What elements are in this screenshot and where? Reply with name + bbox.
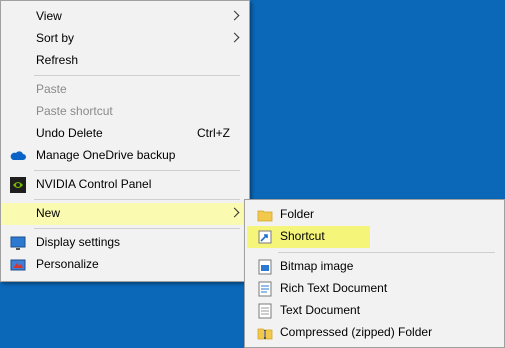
menu-item-paste: Paste xyxy=(2,79,248,101)
bitmap-image-icon xyxy=(257,259,273,275)
submenu-item-folder[interactable]: Folder xyxy=(246,204,503,226)
submenu-arrow-icon xyxy=(229,207,240,218)
menu-item-label: Text Document xyxy=(280,303,361,317)
menu-item-label: Manage OneDrive backup xyxy=(36,148,176,162)
menu-item-label: View xyxy=(36,9,62,23)
menu-separator xyxy=(34,199,240,200)
menu-item-view[interactable]: View xyxy=(2,6,248,28)
keyboard-shortcut: Ctrl+Z xyxy=(197,126,230,140)
menu-item-label: Paste xyxy=(36,82,67,96)
display-settings-icon xyxy=(10,235,26,251)
menu-separator xyxy=(34,170,240,171)
submenu-item-text-document[interactable]: Text Document xyxy=(246,300,503,322)
submenu-arrow-icon xyxy=(229,10,240,21)
desktop-context-menu: View Sort by Refresh Paste Paste shortcu… xyxy=(0,0,250,282)
menu-item-label: Refresh xyxy=(36,53,79,67)
rich-text-document-icon xyxy=(257,281,273,297)
text-document-icon xyxy=(257,303,273,319)
menu-item-label: Paste shortcut xyxy=(36,104,113,118)
menu-item-label: Personalize xyxy=(36,257,99,271)
menu-separator xyxy=(34,228,240,229)
shortcut-icon xyxy=(257,229,273,245)
menu-item-label: Compressed (zipped) Folder xyxy=(280,325,433,339)
menu-item-label: Bitmap image xyxy=(280,259,354,273)
menu-item-manage-onedrive-backup[interactable]: Manage OneDrive backup xyxy=(2,145,248,167)
submenu-item-bitmap-image[interactable]: Bitmap image xyxy=(246,256,503,278)
menu-item-label: Rich Text Document xyxy=(280,281,388,295)
menu-separator xyxy=(278,252,495,253)
menu-item-nvidia-control-panel[interactable]: NVIDIA Control Panel xyxy=(2,174,248,196)
menu-item-refresh[interactable]: Refresh xyxy=(2,50,248,72)
menu-item-sort-by[interactable]: Sort by xyxy=(2,28,248,50)
folder-icon xyxy=(257,207,273,223)
submenu-item-rich-text-document[interactable]: Rich Text Document xyxy=(246,278,503,300)
submenu-item-shortcut[interactable]: Shortcut xyxy=(247,226,370,248)
menu-item-label: Sort by xyxy=(36,31,75,45)
menu-item-label: Undo Delete xyxy=(36,126,103,140)
menu-item-display-settings[interactable]: Display settings xyxy=(2,232,248,254)
menu-item-label: Shortcut xyxy=(280,229,325,243)
zip-folder-icon xyxy=(257,325,273,341)
menu-separator xyxy=(34,75,240,76)
menu-item-undo-delete[interactable]: Undo Delete Ctrl+Z xyxy=(2,123,248,145)
new-submenu: Folder Shortcut Bitmap image Rich Text D… xyxy=(244,199,505,348)
menu-item-new[interactable]: New xyxy=(2,203,248,225)
nvidia-icon xyxy=(10,177,26,193)
personalize-icon xyxy=(10,257,26,273)
menu-item-personalize[interactable]: Personalize xyxy=(2,254,248,276)
menu-item-label: NVIDIA Control Panel xyxy=(36,177,152,191)
onedrive-cloud-icon xyxy=(10,148,26,164)
menu-item-paste-shortcut: Paste shortcut xyxy=(2,101,248,123)
menu-item-label: Display settings xyxy=(36,235,121,249)
submenu-arrow-icon xyxy=(229,32,240,43)
menu-item-label: New xyxy=(36,206,61,220)
submenu-item-compressed-zipped-folder[interactable]: Compressed (zipped) Folder xyxy=(246,322,503,344)
menu-item-label: Folder xyxy=(280,207,315,221)
